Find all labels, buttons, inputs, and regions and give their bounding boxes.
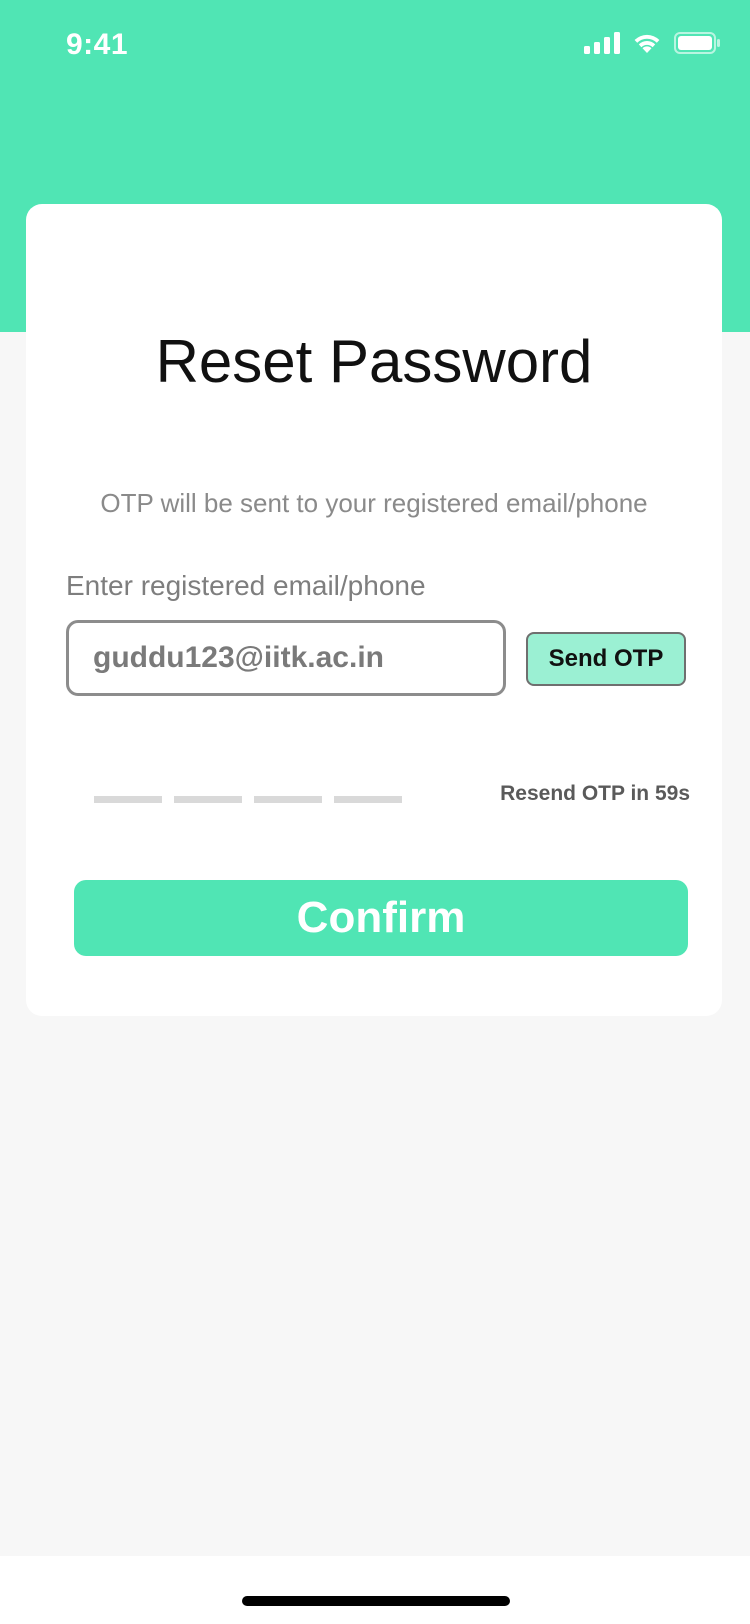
reset-password-card: Reset Password OTP will be sent to your … xyxy=(26,204,722,1016)
confirm-button[interactable]: Confirm xyxy=(74,880,688,956)
otp-digit-slot[interactable] xyxy=(334,796,402,803)
otp-digit-slot[interactable] xyxy=(94,796,162,803)
resend-otp-timer: Resend OTP in 59s xyxy=(500,782,690,805)
page-title: Reset Password xyxy=(155,328,593,395)
otp-digit-slot[interactable] xyxy=(254,796,322,803)
cellular-signal-icon xyxy=(584,32,620,54)
status-bar: 9:41 xyxy=(0,0,750,96)
status-icons xyxy=(584,32,720,54)
send-otp-button[interactable]: Send OTP xyxy=(526,632,686,686)
otp-digit-slot[interactable] xyxy=(174,796,242,803)
home-indicator-area xyxy=(0,1556,750,1624)
otp-input[interactable] xyxy=(94,796,402,803)
otp-info-text: OTP will be sent to your registered emai… xyxy=(100,488,648,518)
battery-icon xyxy=(674,32,720,54)
wifi-icon xyxy=(632,32,662,54)
email-field[interactable] xyxy=(66,620,506,696)
home-indicator[interactable] xyxy=(242,1596,510,1606)
status-time: 9:41 xyxy=(66,28,129,61)
email-field-label: Enter registered email/phone xyxy=(66,570,426,601)
